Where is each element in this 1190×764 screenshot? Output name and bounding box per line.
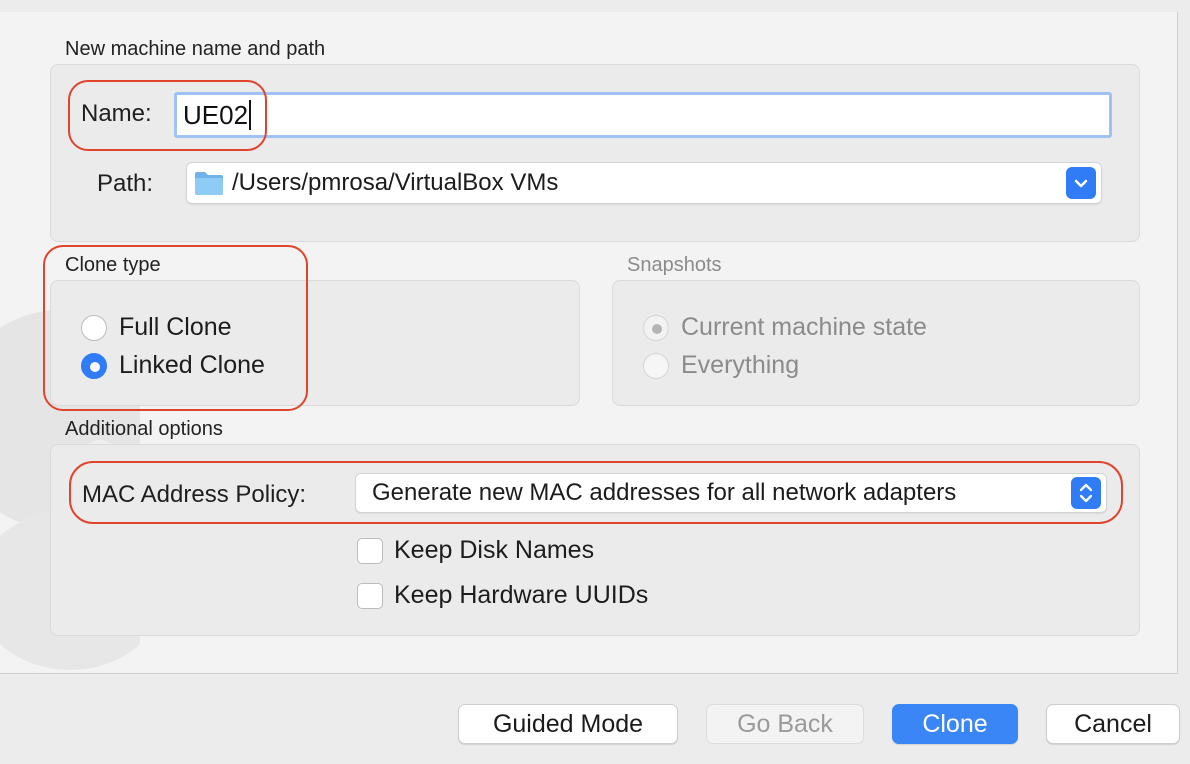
path-selector[interactable]: /Users/pmrosa/VirtualBox VMs xyxy=(186,162,1102,204)
name-input[interactable]: UE02 xyxy=(174,92,1112,138)
clone-button[interactable]: Clone xyxy=(892,704,1018,744)
highlight-clone-type xyxy=(43,245,308,411)
radio-everything: Everything xyxy=(643,351,799,380)
path-label: Path: xyxy=(97,170,154,197)
folder-icon xyxy=(195,172,223,195)
guided-mode-button[interactable]: Guided Mode xyxy=(458,704,678,744)
section-title-snapshots: Snapshots xyxy=(627,254,722,276)
clone-vm-dialog: New machine name and path Name: UE02 Pat… xyxy=(0,0,1190,764)
chevron-down-icon xyxy=(1074,179,1088,188)
keep-disk-names-label: Keep Disk Names xyxy=(394,536,595,564)
snapshots-group xyxy=(612,280,1140,406)
checkbox[interactable] xyxy=(357,582,383,609)
highlight-name xyxy=(68,80,267,151)
go-back-button[interactable]: Go Back xyxy=(706,704,864,744)
radio-button-disabled xyxy=(643,352,669,379)
radio-everything-label: Everything xyxy=(681,351,800,379)
path-dropdown-button[interactable] xyxy=(1066,167,1096,199)
path-value: /Users/pmrosa/VirtualBox VMs xyxy=(232,169,559,196)
cancel-button[interactable]: Cancel xyxy=(1046,704,1180,744)
section-title-additional: Additional options xyxy=(65,418,223,440)
keep-hardware-uuids-label: Keep Hardware UUIDs xyxy=(394,581,649,609)
section-title-machine: New machine name and path xyxy=(65,38,326,60)
highlight-mac-policy xyxy=(69,461,1123,524)
radio-current-state: Current machine state xyxy=(643,313,927,342)
checkbox[interactable] xyxy=(357,537,383,564)
checkbox-keep-hardware-uuids[interactable]: Keep Hardware UUIDs xyxy=(357,581,648,610)
radio-current-state-label: Current machine state xyxy=(681,313,927,341)
radio-button-disabled xyxy=(643,314,669,341)
checkbox-keep-disk-names[interactable]: Keep Disk Names xyxy=(357,536,594,565)
